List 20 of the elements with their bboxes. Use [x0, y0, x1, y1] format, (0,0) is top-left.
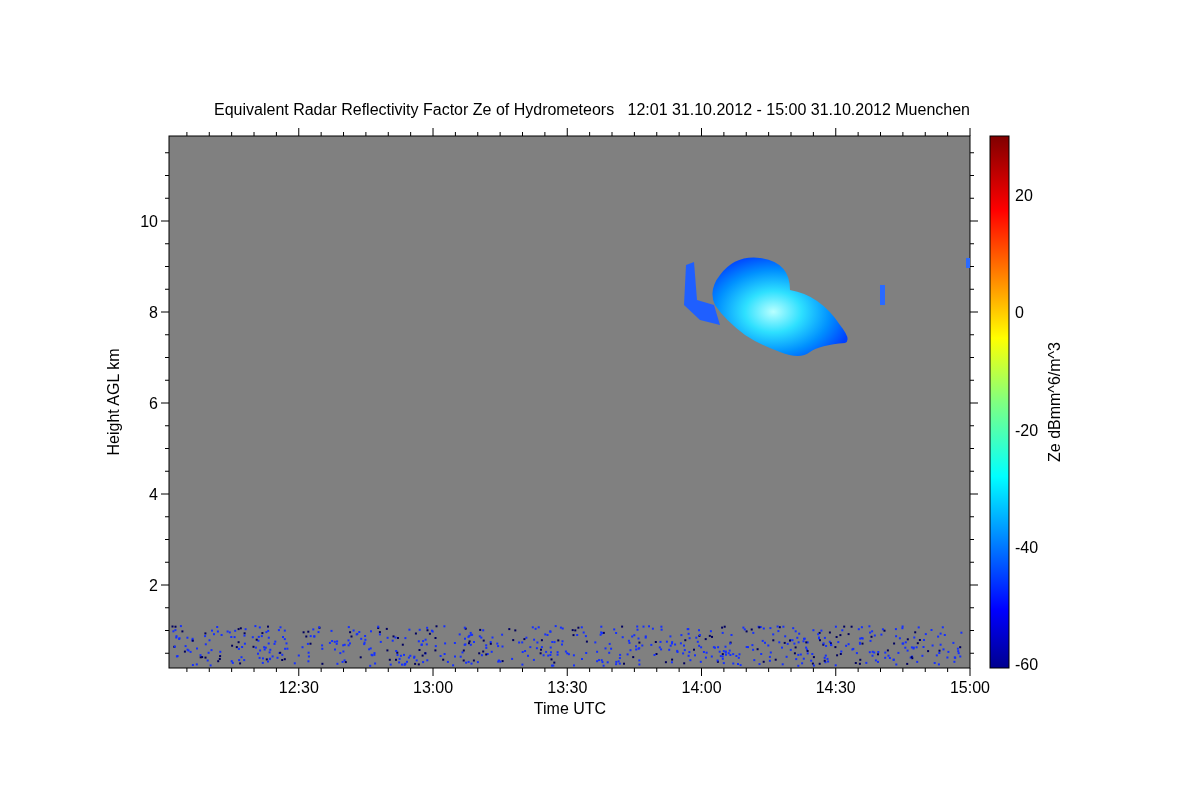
- y-tick-label: 2: [149, 577, 158, 594]
- colorbar-tick-label: -20: [1015, 421, 1039, 439]
- x-tick-label: 13:00: [413, 679, 454, 696]
- y-tick-label: 10: [140, 213, 158, 230]
- x-tick-label: 12:30: [278, 679, 319, 696]
- y-axis-label: Height AGL km: [105, 348, 122, 456]
- colorbar-tick-label: -60: [1015, 656, 1039, 673]
- x-axis-label: Time UTC: [533, 700, 607, 717]
- y-tick-label: 8: [149, 304, 158, 321]
- x-tick-label: 13:30: [547, 679, 588, 696]
- colorbar-tick-label: -40: [1015, 538, 1039, 556]
- chart-title: Equivalent Radar Reflectivity Factor Ze of Hydrometeors 12:01 31.10.2012 - 15:00 31.10.2012 Muenchen: [214, 101, 970, 118]
- x-tick-label: 14:00: [681, 679, 722, 696]
- colorbar-tick-label: 0: [1015, 304, 1024, 322]
- y-tick-label: 6: [149, 395, 158, 412]
- y-tick-label: 4: [149, 486, 158, 503]
- x-tick-label: 15:00: [950, 679, 990, 696]
- colorbar-label: Ze dBmm^6/m^3: [1046, 342, 1063, 462]
- x-tick-label: 14:30: [815, 679, 856, 696]
- colorbar-tick-label: 20: [1015, 187, 1033, 205]
